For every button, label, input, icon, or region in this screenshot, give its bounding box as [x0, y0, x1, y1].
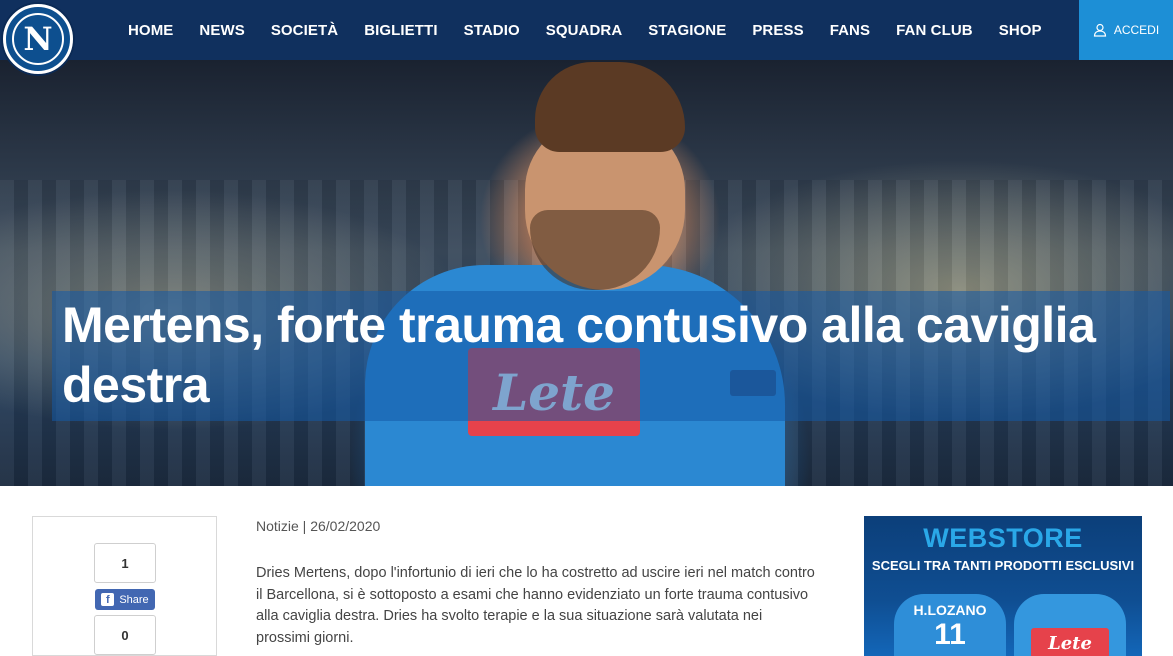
- article-meta: Notizie | 26/02/2020: [256, 518, 381, 534]
- jersey-player-name: H.LOZANO: [913, 602, 987, 618]
- facebook-share-label: Share: [119, 593, 149, 606]
- share-panel: 1 f Share 0: [32, 516, 217, 656]
- facebook-icon: f: [101, 593, 115, 606]
- login-button[interactable]: ACCEDI: [1079, 0, 1173, 60]
- nav-press[interactable]: PRESS: [752, 22, 803, 39]
- nav-biglietti[interactable]: BIGLIETTI: [364, 22, 437, 39]
- nav-stadio[interactable]: STADIO: [464, 22, 520, 39]
- webstore-banner[interactable]: WEBSTORE SCEGLI TRA TANTI PRODOTTI ESCLU…: [864, 516, 1142, 656]
- jersey-product-sponsor: Lete: [1031, 628, 1109, 656]
- article-body: Dries Mertens, dopo l'infortunio di ieri…: [256, 565, 815, 646]
- nav-fan-club[interactable]: FAN CLUB: [896, 22, 973, 39]
- article-date: 26/02/2020: [310, 518, 381, 534]
- player-hair: [535, 62, 685, 152]
- hero-image: Lete Mertens, forte trauma contusivo all…: [0, 60, 1173, 486]
- login-label: ACCEDI: [1113, 23, 1160, 37]
- nav-fans[interactable]: FANS: [830, 22, 870, 39]
- nav-shop[interactable]: SHOP: [999, 22, 1042, 39]
- club-logo[interactable]: N: [3, 4, 73, 74]
- webstore-subtitle: SCEGLI TRA TANTI PRODOTTI ESCLUSIVI: [871, 558, 1135, 573]
- webstore-title: WEBSTORE: [923, 523, 1083, 553]
- article-headline: Mertens, forte trauma contusivo alla cav…: [62, 297, 1096, 413]
- logo-letter: N: [12, 13, 64, 65]
- share-count-bottom: 0: [94, 615, 156, 655]
- top-navigation-bar: HOME NEWS SOCIETÀ BIGLIETTI STADIO SQUAD…: [0, 0, 1173, 60]
- nav-societa[interactable]: SOCIETÀ: [271, 22, 338, 39]
- nav-news[interactable]: NEWS: [199, 22, 244, 39]
- share-count-top: 1: [94, 543, 156, 583]
- headline-overlay: Mertens, forte trauma contusivo alla cav…: [52, 291, 1170, 421]
- facebook-share-button[interactable]: f Share: [95, 589, 155, 610]
- nav-home[interactable]: HOME: [128, 22, 173, 39]
- jersey-player-number: 11: [934, 618, 966, 651]
- main-nav: HOME NEWS SOCIETÀ BIGLIETTI STADIO SQUAD…: [115, 0, 1055, 60]
- article-category[interactable]: Notizie: [256, 518, 299, 534]
- nav-stagione[interactable]: STAGIONE: [648, 22, 726, 39]
- user-icon: [1093, 23, 1106, 37]
- nav-squadra[interactable]: SQUADRA: [546, 22, 623, 39]
